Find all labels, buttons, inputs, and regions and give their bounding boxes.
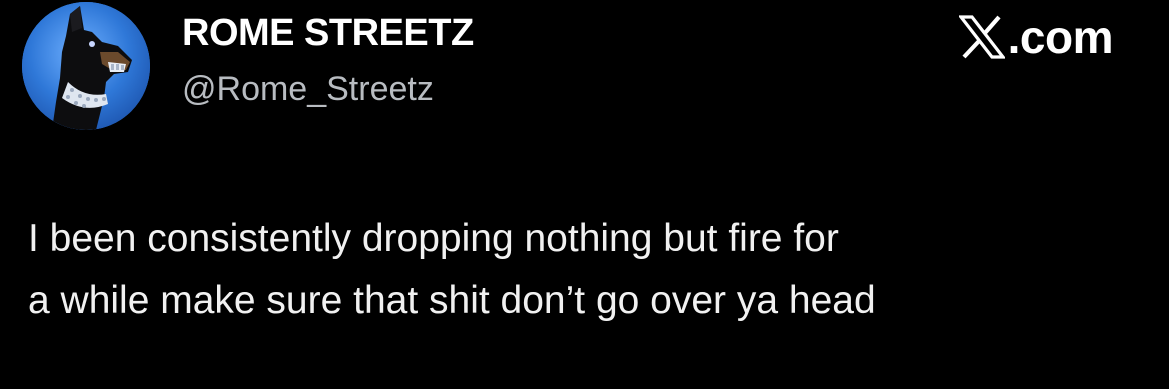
brand-watermark: .com [958,11,1114,63]
tweet-text-line: I been consistently dropping nothing but… [28,217,839,260]
x-logo-icon [958,15,1005,59]
tweet-card: ROME STREETZ @Rome_Streetz .com I been c… [0,0,1169,389]
doberman-avatar-icon[interactable] [22,2,150,130]
tweet-body: I been consistently dropping nothing but… [28,208,1148,332]
tweet-text-line: a while make sure that shit don’t go ove… [28,279,876,322]
author-handle[interactable]: @Rome_Streetz [182,70,434,109]
brand-domain-label: .com [1007,11,1114,63]
author-display-name[interactable]: ROME STREETZ [182,12,474,55]
